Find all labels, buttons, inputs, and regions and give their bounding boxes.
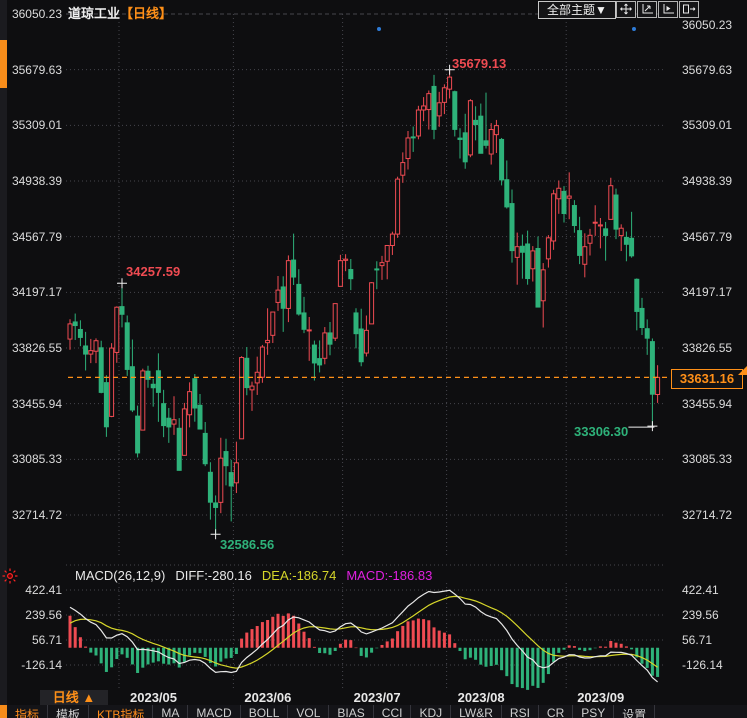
price-axis-label: 33085.33 xyxy=(2,452,62,466)
tab-LW&R[interactable]: LW&R xyxy=(451,705,502,718)
event-marker-dot xyxy=(632,27,636,31)
price-axis-label: 33826.55 xyxy=(2,341,62,355)
chart-canvas[interactable] xyxy=(0,0,747,718)
annotation-sep-low: 33306.30 xyxy=(574,424,628,439)
annotation-aug-high: 35679.13 xyxy=(452,56,506,71)
stock-chart-window: 道琼工业【日线】 全部主题▼ 36050.23 35679.63 35309.01 3… xyxy=(0,0,747,718)
annotation-may-high: 34257.59 xyxy=(126,264,180,279)
price-axis-label: 35309.01 xyxy=(2,118,62,132)
price-axis-label: 36050.23 xyxy=(682,18,732,32)
price-axis-label: 34197.17 xyxy=(2,285,62,299)
chart-title: 道琼工业【日线】 xyxy=(68,3,172,22)
macd-axis-label: 56.71 xyxy=(2,633,62,647)
macd-dea-value: DEA:-186.74 xyxy=(262,568,336,583)
tab-KTB指标[interactable]: KTB指标 xyxy=(89,705,153,718)
price-axis-label: 35679.63 xyxy=(682,63,732,77)
tab-RSI[interactable]: RSI xyxy=(502,705,539,718)
pan-icon[interactable] xyxy=(616,1,636,18)
price-axis-label: 32714.72 xyxy=(2,508,62,522)
price-axis-label: 34938.39 xyxy=(2,174,62,188)
macd-title: MACD(26,12,9) xyxy=(75,568,165,583)
symbol-name: 道琼工业 xyxy=(68,6,120,21)
left-strip-accent xyxy=(0,705,7,718)
period-tag: 【日线】 xyxy=(120,6,172,21)
price-arrow-icon xyxy=(738,366,747,375)
macd-axis-label: 422.41 xyxy=(682,583,719,597)
price-axis-label: 33455.94 xyxy=(682,397,732,411)
last-price-tag: 33631.16 xyxy=(671,369,743,389)
tab-KDJ[interactable]: KDJ xyxy=(411,705,451,718)
price-axis-label: 35309.01 xyxy=(682,118,732,132)
tab-CCI[interactable]: CCI xyxy=(374,705,412,718)
macd-axis-label: -126.14 xyxy=(2,658,62,672)
price-axis-label: 33455.94 xyxy=(2,397,62,411)
macd-axis-label: 239.56 xyxy=(2,608,62,622)
macd-axis-label: 56.71 xyxy=(682,633,712,647)
price-axis-label: 34938.39 xyxy=(682,174,732,188)
period-arrow-icon: ▲ xyxy=(82,690,95,705)
tab-VOL[interactable]: VOL xyxy=(288,705,329,718)
hot-indicator-icon[interactable] xyxy=(2,568,18,584)
tab-BOLL[interactable]: BOLL xyxy=(241,705,289,718)
price-axis-label: 34567.79 xyxy=(682,230,732,244)
tab-模板[interactable]: 模板 xyxy=(48,705,89,718)
time-axis-label: 2023/07 xyxy=(354,690,401,705)
tab-设置[interactable]: 设置 xyxy=(614,705,655,718)
tab-指标[interactable]: 指标 xyxy=(7,705,48,718)
indicator-tabbar: 指标模板KTB指标MAMACDBOLLVOLBIASCCIKDJLW&RRSIC… xyxy=(7,705,747,718)
period-selector[interactable]: 日线 ▲ xyxy=(40,690,108,706)
price-axis-label: 32714.72 xyxy=(682,508,732,522)
theme-dropdown-button[interactable]: 全部主题▼ xyxy=(538,1,616,19)
price-axis-label: 36050.23 xyxy=(2,7,62,21)
price-axis-label: 34567.79 xyxy=(2,230,62,244)
macd-axis-label: -126.14 xyxy=(682,658,723,672)
time-axis-label: 2023/08 xyxy=(458,690,505,705)
macd-diff-value: DIFF:-280.16 xyxy=(175,568,252,583)
tab-CR[interactable]: CR xyxy=(539,705,573,718)
tab-BIAS[interactable]: BIAS xyxy=(329,705,373,718)
event-marker-dot xyxy=(377,27,381,31)
tab-MA[interactable]: MA xyxy=(153,705,188,718)
indicator-header: MACD(26,12,9) DIFF:-280.16 DEA:-186.74 MACD… xyxy=(75,568,442,583)
axis-play-icon[interactable] xyxy=(658,1,678,18)
price-axis-label: 33826.55 xyxy=(682,341,732,355)
macd-axis-label: 239.56 xyxy=(682,608,719,622)
export-icon[interactable] xyxy=(679,1,699,18)
macd-axis-label: 422.41 xyxy=(2,583,62,597)
time-axis-label: 2023/05 xyxy=(130,690,177,705)
price-axis-label: 35679.63 xyxy=(2,63,62,77)
price-axis-label: 33085.33 xyxy=(682,452,732,466)
tab-MACD[interactable]: MACD xyxy=(188,705,240,718)
period-label: 日线 xyxy=(53,690,79,705)
time-axis-label: 2023/06 xyxy=(244,690,291,705)
annotation-may-low: 32586.56 xyxy=(220,537,274,552)
axis-zoom-icon[interactable] xyxy=(637,1,657,18)
time-axis-label: 2023/09 xyxy=(577,690,624,705)
price-axis-label: 34197.17 xyxy=(682,285,732,299)
macd-value: MACD:-186.83 xyxy=(346,568,432,583)
tab-PSY[interactable]: PSY xyxy=(573,705,614,718)
